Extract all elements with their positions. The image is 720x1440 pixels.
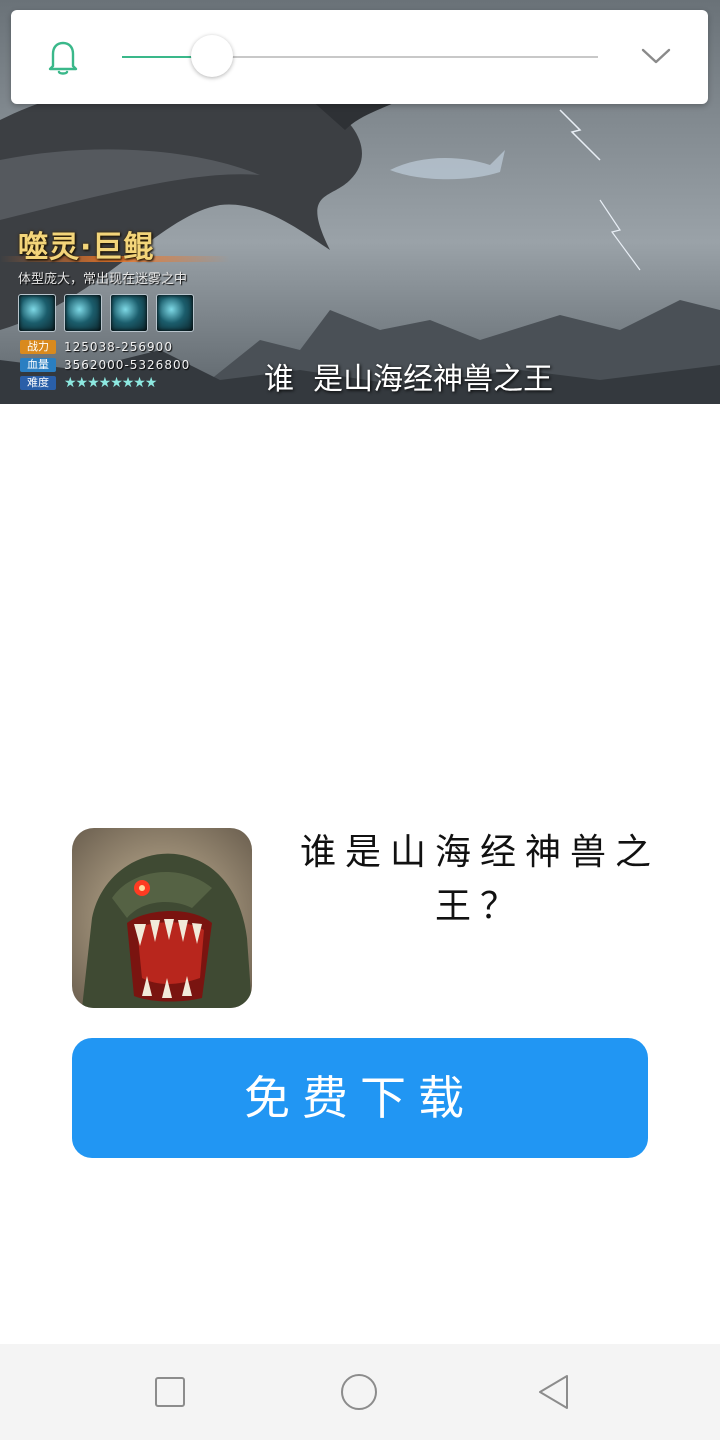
stat-row-hp: 血量 3562000-5326800 (20, 356, 190, 373)
stat-label: 难度 (20, 375, 56, 390)
chevron-down-icon[interactable] (641, 46, 671, 66)
character-description: 体型庞大，常出现在迷雾之中 (18, 272, 188, 287)
stat-label: 战力 (20, 339, 56, 354)
stat-value: 3562000-5326800 (64, 357, 191, 372)
difficulty-stars: ★★★★★★★★ (64, 374, 157, 391)
square-icon[interactable] (150, 1372, 190, 1412)
stat-label: 血量 (20, 357, 56, 372)
bell-icon[interactable] (45, 38, 81, 76)
media-control-bar (11, 10, 708, 104)
system-navigation-bar (0, 1344, 720, 1440)
progress-slider[interactable] (122, 35, 598, 77)
free-download-button[interactable]: 免费下载 (72, 1038, 648, 1158)
app-icon[interactable] (72, 828, 252, 1008)
slider-thumb[interactable] (191, 35, 234, 77)
character-stats: 战力 125038-256900 血量 3562000-5326800 难度 ★… (20, 338, 190, 392)
triangle-back-icon[interactable] (534, 1372, 574, 1412)
stat-row-difficulty: 难度 ★★★★★★★★ (20, 374, 190, 391)
skill-icon (18, 294, 56, 332)
stat-value: 125038-256900 (64, 339, 173, 354)
character-name: 噬灵·巨鲲 (18, 230, 155, 265)
skill-icons (18, 294, 194, 332)
ad-title: 谁是山海经神兽之王？ (300, 832, 661, 927)
skill-icon (64, 294, 102, 332)
video-subtitle: 谁 是山海经神兽之王 (264, 362, 554, 397)
circle-icon[interactable] (339, 1372, 379, 1412)
skill-icon (110, 294, 148, 332)
dragon-icon (72, 828, 252, 1008)
skill-icon (156, 294, 194, 332)
stat-row-power: 战力 125038-256900 (20, 338, 190, 355)
